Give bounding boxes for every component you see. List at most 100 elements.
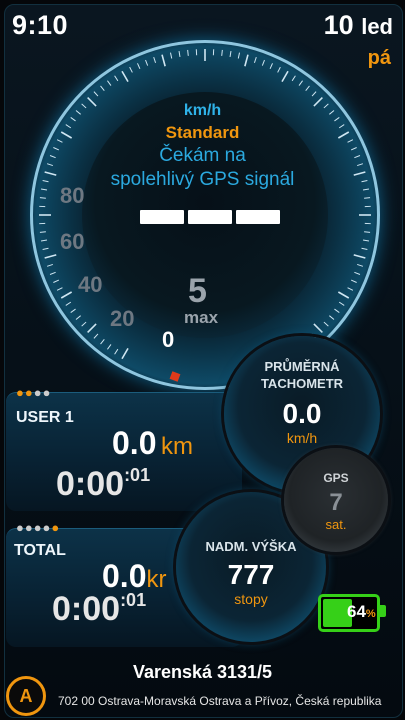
dial-tick [87, 323, 97, 333]
user1-distance: 0.0 km [112, 425, 193, 462]
dial-tick [277, 66, 281, 73]
dial-tick [244, 54, 249, 67]
avg-speed-title-2: TACHOMETR [260, 376, 344, 391]
gps-satellite-count: 7 [329, 489, 343, 516]
dial-tick [46, 263, 53, 267]
dial-tick [261, 59, 265, 66]
total-time-main: 0:00 [52, 590, 121, 628]
battery-percent: 64% [347, 602, 376, 622]
user1-time-main: 0:00 [56, 465, 125, 503]
date-month: led [361, 14, 393, 39]
dial-tick [237, 52, 241, 59]
scale-label-20: 20 [110, 306, 135, 331]
user1-time: 0:00:01 [56, 465, 150, 504]
dial-tick [107, 344, 112, 350]
dial-tick [161, 54, 166, 67]
date-day: 10 [323, 10, 354, 40]
dial-tick [93, 91, 99, 97]
dot-active: ● [24, 385, 34, 400]
dial-tick [291, 75, 296, 82]
scale-label-40: 40 [78, 272, 103, 297]
user1-label: USER 1 [16, 409, 74, 426]
speed-start-marker [169, 371, 181, 382]
dial-tick [137, 63, 141, 70]
address-city: 702 00 Ostrava-Moravská Ostrava a Přívoz… [58, 694, 382, 708]
dial-tick [114, 75, 119, 82]
dial-tick [334, 308, 340, 313]
max-speed-label: max [184, 308, 219, 327]
address-street: Varenská 3131/5 [132, 662, 273, 682]
speed-profile[interactable]: Standard [0, 123, 405, 143]
dial-tick [178, 50, 181, 58]
dial-tick [357, 263, 364, 267]
dial-tick [364, 197, 371, 199]
avg-speed-unit: km/h [286, 430, 318, 446]
gps-widget[interactable]: GPS 7 sat. [284, 448, 388, 552]
dial-tick [42, 247, 49, 251]
dial-tick [337, 291, 350, 299]
dial-tick [253, 56, 257, 63]
dial-tick [53, 279, 60, 283]
user1-page-dots[interactable]: ●●●● [16, 385, 51, 400]
battery-cap [380, 605, 386, 617]
dial-tick [305, 85, 310, 91]
dial-tick [107, 80, 112, 86]
dot: ●●●● [16, 520, 52, 535]
dial-tick [145, 59, 149, 66]
dial-tick [229, 50, 232, 58]
total-time: 0:00:01 [52, 590, 146, 629]
avg-speed-value: 0.0 [282, 398, 322, 429]
dial-tick [100, 339, 105, 345]
user1-time-seconds: :01 [124, 465, 151, 485]
dial-tick [39, 197, 46, 199]
dial-tick [121, 347, 129, 360]
dial-tick [129, 66, 133, 73]
dial-tick [361, 247, 368, 251]
dial-tick [298, 80, 303, 86]
dial-tick [121, 70, 129, 83]
dial-tick [75, 315, 81, 320]
dial-tick [60, 291, 73, 299]
dial-tick [353, 254, 366, 259]
dot: ●● [33, 385, 52, 400]
dial-tick [221, 49, 223, 56]
dial-tick [65, 301, 72, 306]
battery-indicator: 64% [318, 594, 386, 632]
current-speed-marker: 0 [162, 327, 175, 352]
dial-tick [338, 301, 345, 306]
user1-distance-value: 0.0 [112, 425, 157, 461]
dial-tick [350, 279, 357, 283]
dial-tick [269, 63, 273, 70]
dial-tick [329, 315, 335, 320]
dial-tick [281, 70, 289, 83]
battery-percent-value: 64 [347, 602, 366, 621]
gps-wait-line1: Čekám na [159, 145, 246, 166]
total-distance-value: 0.0 [102, 558, 147, 594]
dot-active: ● [16, 385, 25, 400]
dial-tick [40, 239, 48, 242]
max-speed-value: 5 [188, 272, 207, 310]
dial-tick [100, 85, 105, 91]
speed-digit-dash-2 [188, 210, 232, 224]
dial-tick [114, 348, 119, 355]
dial-tick [70, 308, 76, 313]
battery-percent-sign: % [365, 608, 376, 620]
total-time-seconds: :01 [120, 590, 147, 610]
dial-tick [49, 271, 56, 275]
altitude-unit: stopy [234, 591, 268, 607]
dial-tick [153, 56, 157, 63]
dial-tick [44, 254, 57, 259]
scale-label-80: 80 [60, 183, 85, 208]
gps-title: GPS [323, 471, 349, 485]
address-mode-button[interactable]: A [6, 676, 46, 716]
dial-tick [93, 333, 99, 339]
dial-tick [311, 91, 317, 97]
user1-distance-unit: km [160, 433, 193, 460]
total-page-dots[interactable]: ●●●●● [16, 520, 60, 535]
dial-tick [56, 287, 63, 291]
dial-tick [354, 271, 361, 275]
clock-time: 9:10 [12, 10, 69, 40]
dial-tick [362, 239, 370, 242]
speed-unit: km/h [183, 102, 222, 119]
speed-digit-dash-1 [140, 210, 184, 224]
